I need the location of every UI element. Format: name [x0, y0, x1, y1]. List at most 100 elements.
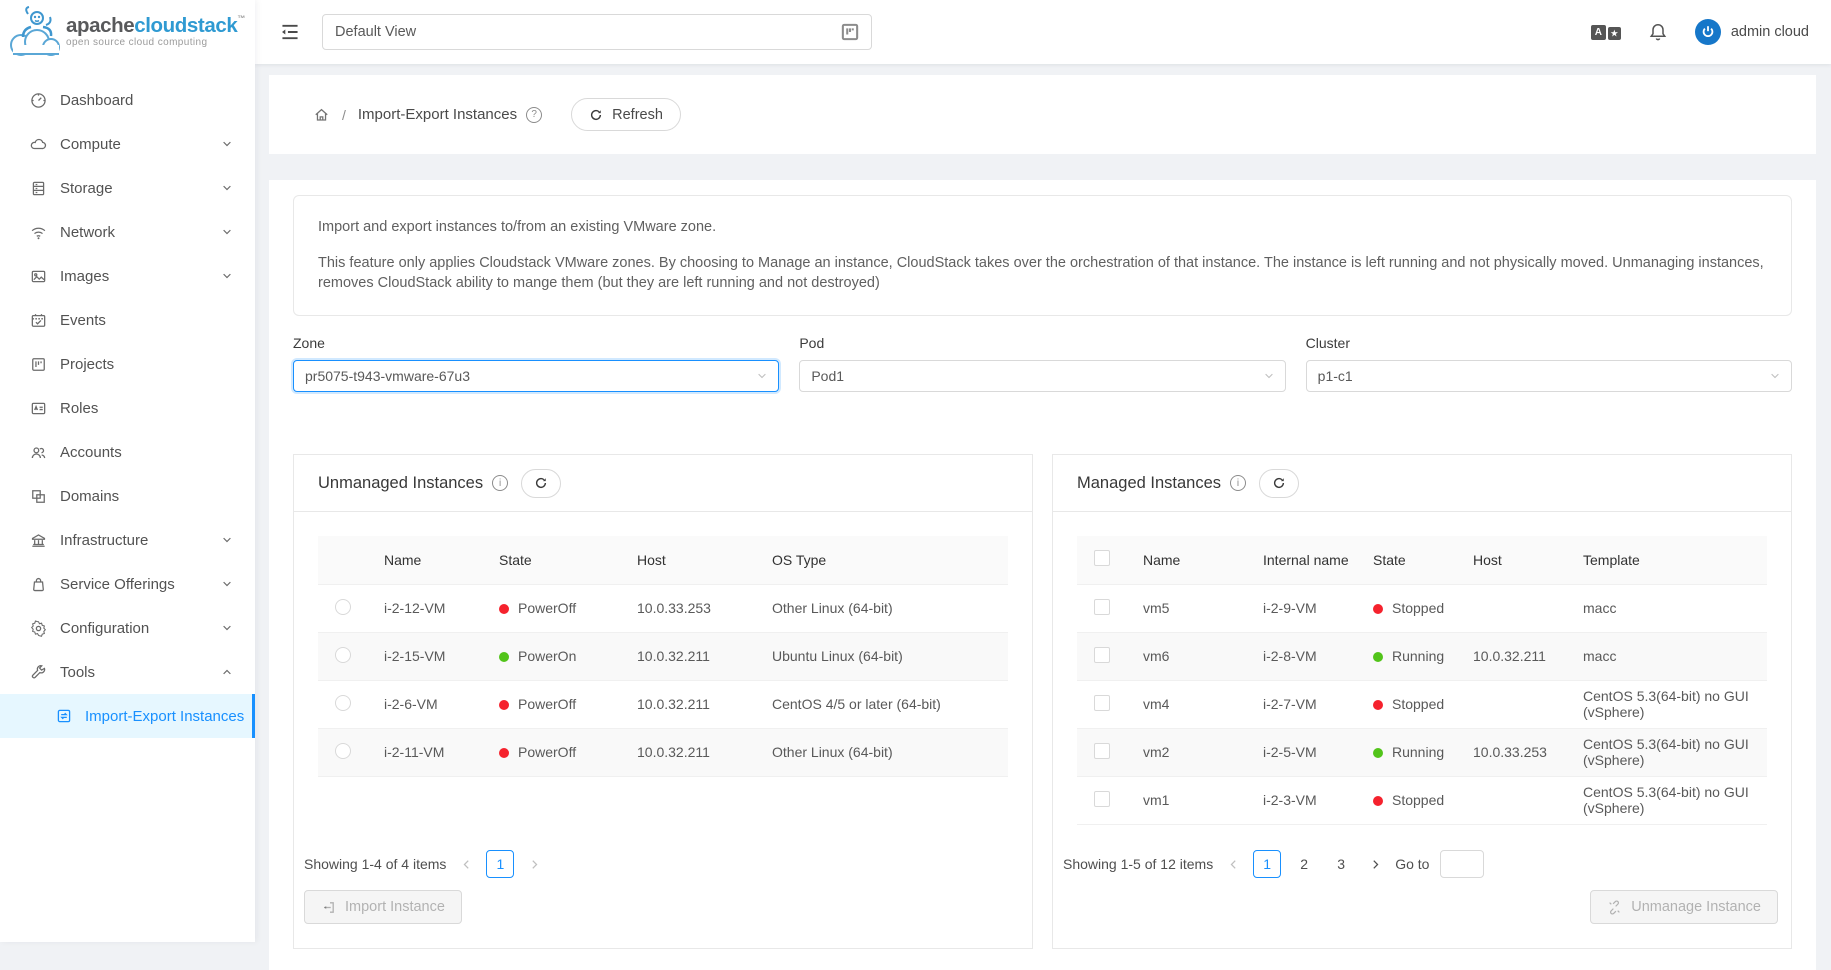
unmanaged-panel-title: Unmanaged Instances: [318, 474, 483, 493]
col-name: Name: [368, 536, 483, 584]
sidebar-item-import-export-instances[interactable]: Import-Export Instances: [0, 694, 255, 738]
sidebar-item-tools[interactable]: Tools: [0, 650, 255, 694]
sidebar-item-compute[interactable]: Compute: [0, 122, 255, 166]
feature-description-line2: This feature only applies Cloudstack VMw…: [318, 253, 1767, 293]
page-number[interactable]: 2: [1290, 850, 1318, 878]
unmanage-instance-button[interactable]: Unmanage Instance: [1590, 890, 1778, 924]
pod-select[interactable]: Pod1: [799, 360, 1285, 392]
row-radio[interactable]: [335, 743, 351, 759]
unmanaged-refresh-button[interactable]: [521, 469, 561, 498]
cell-os: CentOS 4/5 or later (64-bit): [756, 680, 1008, 728]
cell-state: Stopped: [1357, 584, 1457, 632]
main-content: / Import-Export Instances ? Refresh Impo…: [255, 64, 1831, 942]
sidebar-item-images[interactable]: Images: [0, 254, 255, 298]
cell-name: vm1: [1127, 776, 1247, 824]
power-icon: [1700, 24, 1716, 40]
page-number[interactable]: 1: [1253, 850, 1281, 878]
sidebar-item-accounts[interactable]: Accounts: [0, 430, 255, 474]
cell-host: 10.0.32.211: [621, 632, 756, 680]
filters-row: Zone pr5075-t943-vmware-67u3 Pod Pod1 Cl…: [293, 335, 1792, 392]
pod-select-value: Pod1: [811, 368, 844, 384]
zone-label: Zone: [293, 335, 779, 351]
sidebar-item-domains[interactable]: Domains: [0, 474, 255, 518]
sidebar-item-projects[interactable]: Projects: [0, 342, 255, 386]
brand-trademark: ™: [237, 14, 245, 23]
page-number[interactable]: 3: [1327, 850, 1355, 878]
cell-name: i-2-6-VM: [368, 680, 483, 728]
row-checkbox[interactable]: [1094, 599, 1110, 615]
help-question-icon[interactable]: ?: [526, 107, 542, 123]
sidebar-item-label: Projects: [60, 356, 114, 373]
import-instance-button[interactable]: Import Instance: [304, 890, 462, 924]
home-icon[interactable]: [313, 106, 330, 123]
cell-os: Other Linux (64-bit): [756, 584, 1008, 632]
row-checkbox[interactable]: [1094, 743, 1110, 759]
zone-select[interactable]: pr5075-t943-vmware-67u3: [293, 360, 779, 392]
page-number[interactable]: 1: [486, 850, 514, 878]
cluster-select[interactable]: p1-c1: [1306, 360, 1792, 392]
unmanage-instance-label: Unmanage Instance: [1631, 899, 1761, 915]
row-checkbox[interactable]: [1094, 647, 1110, 663]
sidebar-item-service-offerings[interactable]: Service Offerings: [0, 562, 255, 606]
wifi-icon: [30, 224, 47, 241]
cell-template: macc: [1567, 584, 1767, 632]
cell-host: [1457, 584, 1567, 632]
sidebar-item-events[interactable]: Events: [0, 298, 255, 342]
cell-host: 10.0.33.253: [1457, 728, 1567, 776]
col-state: State: [1357, 536, 1457, 584]
table-row: i-2-6-VM PowerOff 10.0.32.211 CentOS 4/5…: [318, 680, 1008, 728]
sidebar-item-label: Configuration: [60, 620, 149, 637]
brand-tagline: open source cloud computing: [66, 38, 245, 49]
table-row: vm4 i-2-7-VM Stopped CentOS 5.3(64-bit) …: [1077, 680, 1767, 728]
sidebar-item-dashboard[interactable]: Dashboard: [0, 78, 255, 122]
next-page-icon[interactable]: [1364, 850, 1386, 878]
prev-page-icon[interactable]: [1222, 850, 1244, 878]
brand-text: apachecloudstack™ open source cloud comp…: [66, 15, 245, 48]
row-checkbox[interactable]: [1094, 791, 1110, 807]
goto-page-input[interactable]: [1440, 850, 1484, 878]
row-radio[interactable]: [335, 647, 351, 663]
refresh-button[interactable]: Refresh: [571, 98, 681, 131]
table-row: i-2-11-VM PowerOff 10.0.32.211 Other Lin…: [318, 728, 1008, 776]
cluster-select-value: p1-c1: [1318, 368, 1353, 384]
chevron-down-icon: [221, 534, 233, 546]
row-radio[interactable]: [335, 695, 351, 711]
table-row: vm5 i-2-9-VM Stopped macc: [1077, 584, 1767, 632]
tool-icon: [30, 664, 47, 681]
chevron-up-icon: [221, 666, 233, 678]
row-checkbox[interactable]: [1094, 695, 1110, 711]
chevron-down-icon: [221, 578, 233, 590]
team-icon: [30, 444, 47, 461]
sidebar-item-roles[interactable]: Roles: [0, 386, 255, 430]
cell-name: vm5: [1127, 584, 1247, 632]
cell-state: PowerOn: [483, 632, 621, 680]
managed-panel-body: Name Internal name State Host Template v…: [1053, 512, 1791, 825]
info-circle-icon[interactable]: i: [492, 475, 508, 491]
sidebar-item-infrastructure[interactable]: Infrastructure: [0, 518, 255, 562]
managed-refresh-button[interactable]: [1259, 469, 1299, 498]
sidebar-item-configuration[interactable]: Configuration: [0, 606, 255, 650]
cell-internal-name: i-2-8-VM: [1247, 632, 1357, 680]
sidebar-item-label: Service Offerings: [60, 576, 175, 593]
col-state: State: [483, 536, 621, 584]
translate-icon[interactable]: A ★: [1591, 25, 1621, 40]
prev-page-icon[interactable]: [455, 850, 477, 878]
idcard-icon: [30, 400, 47, 417]
view-selector[interactable]: Default View: [322, 14, 872, 50]
info-circle-icon[interactable]: i: [1230, 475, 1246, 491]
user-menu[interactable]: admin cloud: [1695, 19, 1809, 45]
refresh-label: Refresh: [612, 107, 663, 123]
sidebar-item-network[interactable]: Network: [0, 210, 255, 254]
cell-state: Running: [1357, 632, 1457, 680]
row-radio[interactable]: [335, 599, 351, 615]
setting-icon: [30, 620, 47, 637]
sidebar-item-label: Events: [60, 312, 106, 329]
menu-fold-icon[interactable]: [279, 21, 301, 43]
next-page-icon[interactable]: [523, 850, 545, 878]
state-dot: [1373, 748, 1383, 758]
select-all-checkbox[interactable]: [1094, 550, 1110, 566]
sidebar-item-storage[interactable]: Storage: [0, 166, 255, 210]
managed-panel-header: Managed Instances i: [1053, 455, 1791, 512]
notification-bell-icon[interactable]: [1648, 22, 1668, 42]
pagination-summary: Showing 1-5 of 12 items: [1063, 856, 1213, 872]
